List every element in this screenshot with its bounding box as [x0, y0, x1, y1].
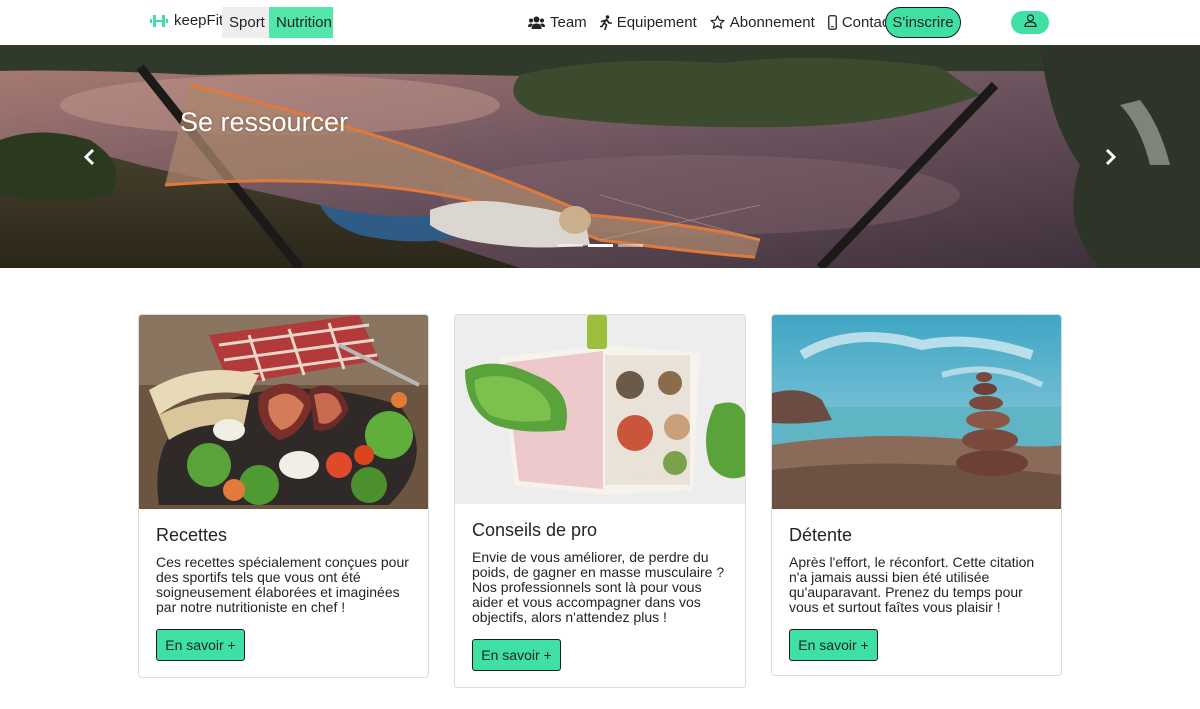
nav-nutrition-link[interactable]: Nutrition	[269, 7, 333, 38]
hero-carousel: Se ressourcer	[0, 45, 1200, 268]
card-recettes: Recettes Ces recettes spécialement conçu…	[138, 314, 429, 678]
nav-abonnement-label: Abonnement	[729, 14, 815, 31]
nav-team-label: Team	[550, 14, 587, 31]
nav-equipement-label: Equipement	[616, 14, 697, 31]
carousel-indicators	[558, 244, 643, 247]
chevron-right-icon	[1105, 148, 1117, 166]
en-savoir-plus-button[interactable]: En savoir +	[789, 629, 878, 661]
cookbook-image	[455, 315, 745, 504]
chevron-left-icon	[83, 148, 95, 166]
users-icon	[528, 16, 545, 29]
star-icon	[710, 15, 725, 30]
nav-team-link[interactable]: Team	[528, 14, 587, 31]
en-savoir-plus-button[interactable]: En savoir +	[156, 629, 245, 661]
card-text: Après l'effort, le réconfort. Cette cita…	[789, 554, 1035, 615]
card-conseils-de-pro: Conseils de pro Envie de vous améliorer,…	[454, 314, 746, 688]
carousel-prev-button[interactable]	[82, 147, 98, 167]
hero-hammock-lake-image	[0, 45, 1200, 268]
brand-link[interactable]: keepFit	[150, 12, 223, 29]
nav-sport-link[interactable]: Sport	[222, 7, 269, 38]
stacked-stones-beach-image	[772, 315, 1061, 509]
nav-links: Team Equipement Abonnement Contact	[528, 7, 894, 38]
nav-equipement-link[interactable]: Equipement	[599, 14, 697, 31]
brand-label: keepFit	[174, 12, 224, 29]
runner-icon	[599, 15, 612, 30]
user-icon	[1023, 13, 1037, 32]
salad-image	[139, 315, 428, 509]
signup-button[interactable]: S'inscrire	[885, 7, 961, 38]
carousel-indicator-active[interactable]	[588, 244, 613, 247]
carousel-next-button[interactable]	[1102, 147, 1118, 167]
carousel-indicator[interactable]	[558, 244, 583, 247]
card-text: Ces recettes spécialement conçues pour d…	[156, 554, 409, 615]
carousel-indicator[interactable]	[618, 244, 643, 247]
card-title: Recettes	[156, 525, 228, 545]
nav-contact-link[interactable]: Contact	[827, 14, 894, 31]
nav-abonnement-link[interactable]: Abonnement	[710, 14, 815, 31]
user-account-button[interactable]	[1011, 11, 1049, 34]
card-title: Conseils de pro	[472, 520, 598, 540]
card-title: Détente	[789, 525, 853, 545]
card-text: Envie de vous améliorer, de perdre du po…	[472, 549, 725, 625]
mobile-phone-icon	[827, 15, 837, 30]
hero-caption: Se ressourcer	[180, 107, 349, 137]
navbar: keepFit Sport Nutrition Team Equipement …	[0, 0, 1200, 45]
card-detente: Détente Après l'effort, le réconfort. Ce…	[771, 314, 1062, 676]
dumbbell-icon	[150, 14, 168, 28]
en-savoir-plus-button[interactable]: En savoir +	[472, 639, 561, 671]
